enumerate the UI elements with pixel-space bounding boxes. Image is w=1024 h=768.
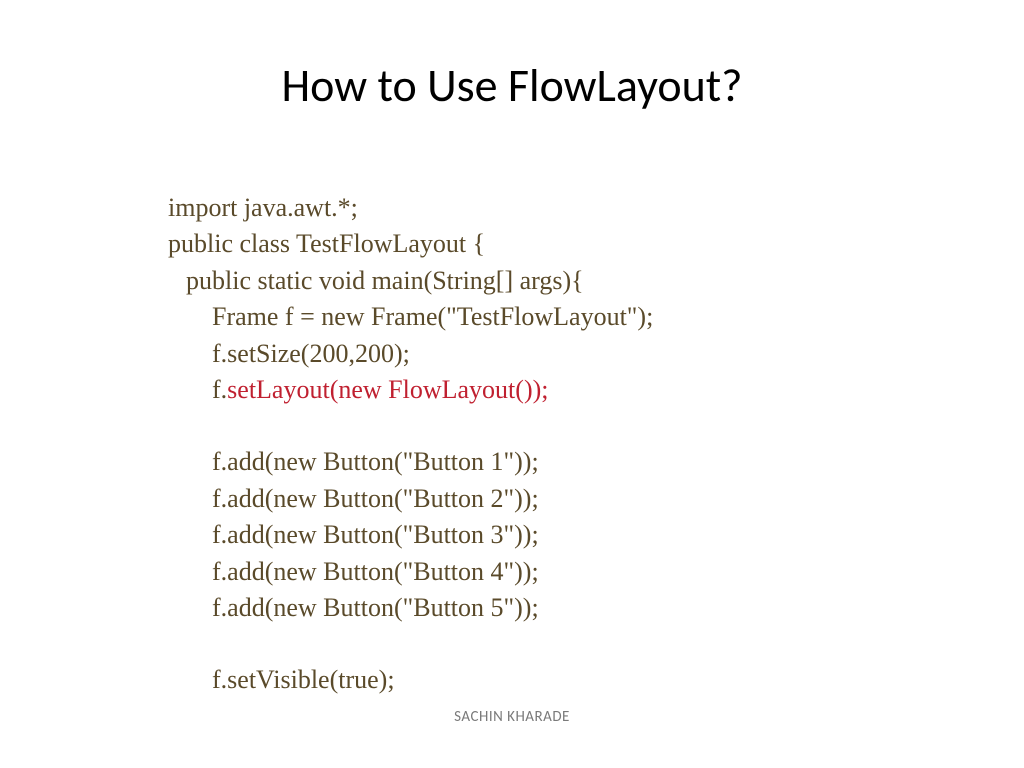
code-block: import java.awt.*; public class TestFlow…: [168, 190, 653, 699]
code-line: f.setSize(200,200);: [168, 336, 653, 372]
code-line: f.add(new Button("Button 1"));: [168, 444, 653, 480]
code-line: f.setVisible(true);: [168, 662, 653, 698]
blank-line: [168, 626, 653, 662]
code-line: public static void main(String[] args){: [168, 263, 653, 299]
code-line: f.add(new Button("Button 3"));: [168, 517, 653, 553]
code-line: f.add(new Button("Button 4"));: [168, 554, 653, 590]
code-prefix: f.: [212, 375, 227, 404]
code-line-highlight: f.setLayout(new FlowLayout());: [168, 372, 653, 408]
blank-line: [168, 408, 653, 444]
code-line: Frame f = new Frame("TestFlowLayout");: [168, 299, 653, 335]
author-name: SACHIN KHARADE: [454, 708, 570, 726]
code-highlight: setLayout(new FlowLayout());: [227, 375, 548, 404]
code-line: f.add(new Button("Button 5"));: [168, 590, 653, 626]
code-line: import java.awt.*;: [168, 190, 653, 226]
code-line: public class TestFlowLayout {: [168, 226, 653, 262]
slide-title: How to Use FlowLayout?: [0, 0, 1024, 114]
code-line: f.add(new Button("Button 2"));: [168, 481, 653, 517]
